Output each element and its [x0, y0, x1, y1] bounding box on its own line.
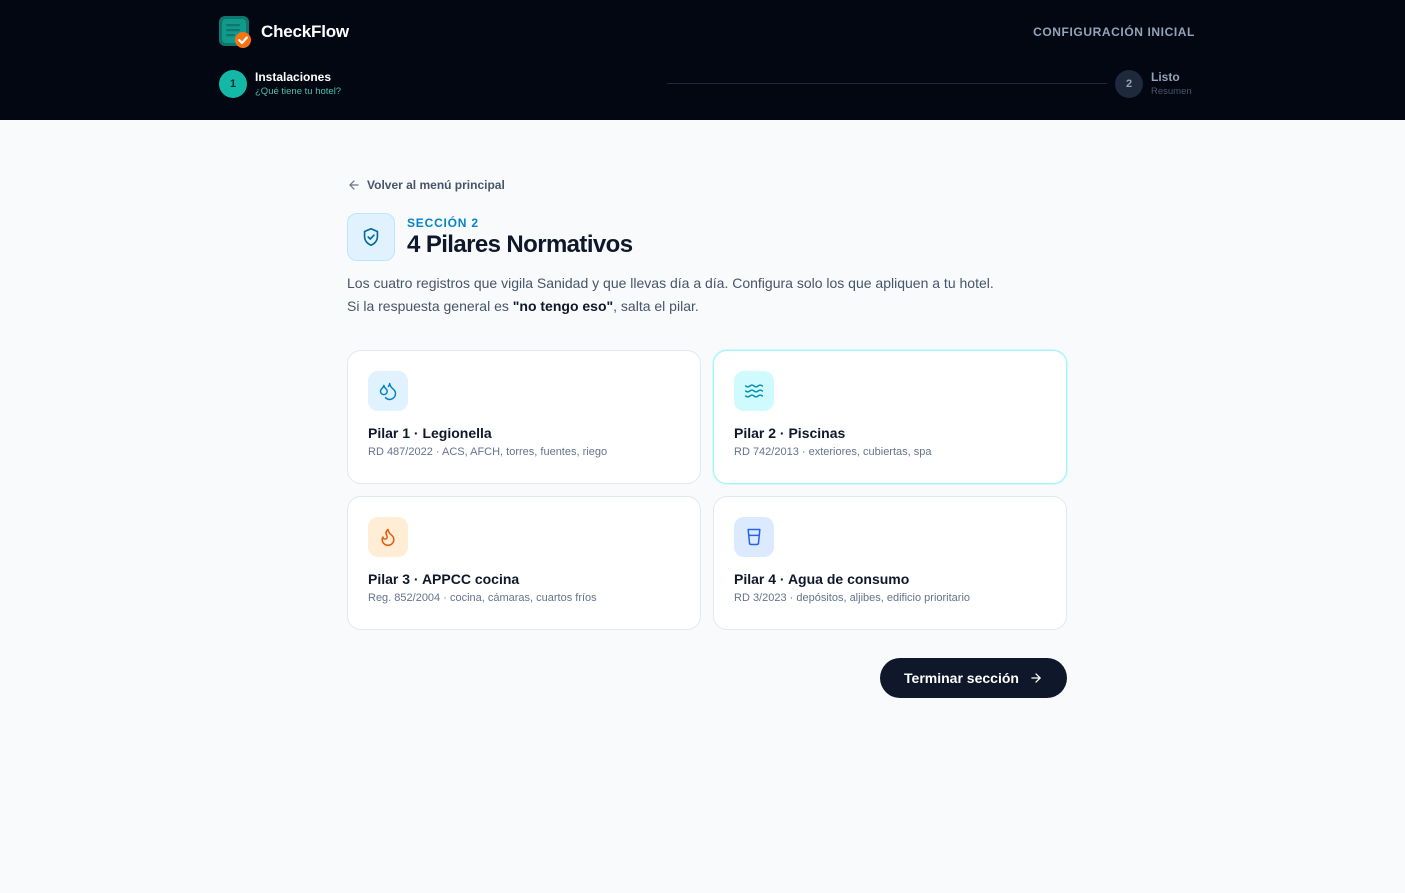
flame-icon [368, 517, 408, 557]
checkflow-logo-icon [219, 16, 251, 48]
pillar-title: Pilar 2 · Piscinas [734, 425, 846, 441]
finish-section-button[interactable]: Terminar sección [880, 658, 1067, 698]
setup-label: CONFIGURACIÓN INICIAL [1033, 25, 1195, 39]
pillar-subtitle: RD 487/2022 · ACS, AFCH, torres, fuentes… [368, 446, 608, 458]
finish-button-label: Terminar sección [904, 670, 1019, 686]
main-content: Volver al menú principal SECCIÓN 2 4 Pil… [347, 178, 1067, 630]
step-subtitle: ¿Qué tiene tu hotel? [255, 86, 342, 97]
top-bar: CheckFlow CONFIGURACIÓN INICIAL 1 Instal… [0, 0, 1405, 120]
description-text-end: , salta el pilar. [613, 298, 699, 314]
pillar-card-appcc-cocina[interactable]: Pilar 3 · APPCC cocina Reg. 852/2004 · c… [347, 496, 701, 630]
droplets-icon [368, 371, 408, 411]
pillar-card-agua-consumo[interactable]: Pilar 4 · Agua de consumo RD 3/2023 · de… [713, 496, 1067, 630]
arrow-right-icon [1031, 673, 1041, 683]
shield-check-icon [347, 213, 395, 261]
pillar-subtitle: RD 742/2013 · exteriores, cubiertas, spa [734, 446, 932, 458]
step-listo[interactable]: 2 Listo Resumen [1115, 70, 1192, 99]
pillar-title: Pilar 1 · Legionella [368, 425, 492, 441]
step-progress-line [667, 83, 1107, 84]
step-number: 1 [219, 70, 247, 98]
brand-name: CheckFlow [261, 22, 349, 41]
step-subtitle: Resumen [1151, 86, 1192, 97]
step-instalaciones[interactable]: 1 Instalaciones ¿Qué tiene tu hotel? [219, 70, 341, 99]
description-emphasis: "no tengo eso" [512, 298, 614, 314]
brand[interactable]: CheckFlow [219, 16, 349, 48]
step-title: Listo [1151, 70, 1180, 84]
arrow-left-icon [349, 180, 359, 190]
pillar-card-legionella[interactable]: Pilar 1 · Legionella RD 487/2022 · ACS, … [347, 350, 701, 484]
glass-icon [734, 517, 774, 557]
pillar-title: Pilar 4 · Agua de consumo [734, 571, 910, 587]
pillar-subtitle: RD 3/2023 · depósitos, aljibes, edificio… [734, 592, 971, 604]
pillar-title: Pilar 3 · APPCC cocina [368, 571, 520, 587]
step-number: 2 [1115, 70, 1143, 98]
section-description: Los cuatro registros que vigila Sanidad … [347, 272, 1007, 318]
back-link-label: Volver al menú principal [367, 178, 505, 192]
step-title: Instalaciones [255, 70, 332, 84]
section-kicker: SECCIÓN 2 [407, 215, 479, 230]
waves-icon [734, 371, 774, 411]
page-title: 4 Pilares Normativos [407, 230, 633, 258]
back-to-main-menu-link[interactable]: Volver al menú principal [347, 178, 505, 192]
pillar-subtitle: Reg. 852/2004 · cocina, cámaras, cuartos… [368, 592, 597, 604]
pillar-card-piscinas[interactable]: Pilar 2 · Piscinas RD 742/2013 · exterio… [713, 350, 1067, 484]
pillars-grid: Pilar 1 · Legionella RD 487/2022 · ACS, … [347, 350, 1067, 630]
section-header: SECCIÓN 2 4 Pilares Normativos [347, 213, 1067, 261]
